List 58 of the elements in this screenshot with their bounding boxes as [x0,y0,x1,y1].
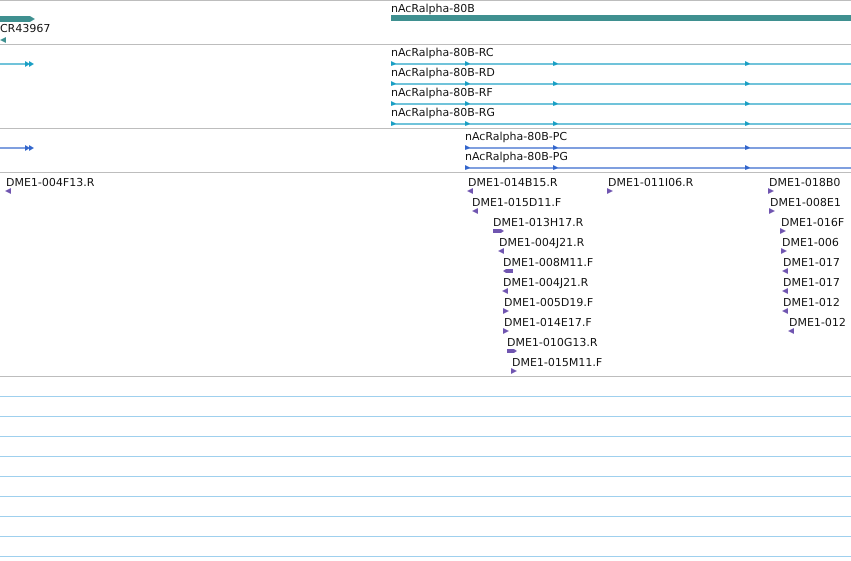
feature-label: DME1-004J21.R [503,276,588,289]
feature-label: DME1-017 [783,276,840,289]
feature-label: DME1-017 [783,256,840,269]
est-arrow[interactable] [5,188,11,194]
est-arrow[interactable] [782,308,788,314]
protein-line[interactable] [465,164,851,170]
feature-label: DME1-008M11.F [503,256,594,269]
est-arrow[interactable] [768,188,774,194]
feature-label: DME1-005D19.F [504,296,594,309]
transcript-line[interactable] [391,120,851,126]
gene-arrow[interactable] [0,37,6,43]
feature-label: nAcRalpha-80B-RG [391,106,495,119]
feature-label: DME1-014E17.F [504,316,592,329]
est-arrow[interactable] [780,228,786,234]
feature-label: CR43967 [0,22,50,35]
feature-label: nAcRalpha-80B-RF [391,86,493,99]
est-arrow[interactable] [607,188,613,194]
feature-label: DME1-012 [783,296,840,309]
feature-label: nAcRalpha-80B-RD [391,66,495,79]
feature-label: nAcRalpha-80B-PG [465,150,568,163]
feature-label: DME1-016F [781,216,844,229]
feature-label: DME1-004J21.R [499,236,584,249]
est-arrow[interactable] [788,328,794,334]
feature-label: DME1-013H17.R [493,216,584,229]
est-arrow[interactable] [781,248,787,254]
transcript-line[interactable] [391,100,851,106]
est-arrow[interactable] [511,368,517,374]
est-arrow[interactable] [503,328,509,334]
feature-label: DME1-018B0 [769,176,840,189]
feature-label: DME1-004F13.R [6,176,94,189]
feature-label: DME1-014B15.R [468,176,558,189]
feature-label: nAcRalpha-80B-PC [465,130,568,143]
feature-label: DME1-012 [789,316,846,329]
feature-label: DME1-008E1 [770,196,841,209]
est-arrow[interactable] [472,208,478,214]
feature-label: DME1-011I06.R [608,176,694,189]
feature-label: nAcRalpha-80B [391,2,475,15]
est-arrow[interactable] [503,308,509,314]
protein-line[interactable] [0,145,36,151]
est-arrow[interactable] [769,208,775,214]
transcript-line[interactable] [0,61,36,67]
feature-label: DME1-006 [782,236,839,249]
est-arrow[interactable] [507,348,517,354]
est-arrow[interactable] [782,268,788,274]
est-arrow[interactable] [467,188,473,194]
est-arrow[interactable] [502,288,508,294]
protein-line[interactable] [465,144,851,150]
est-arrow[interactable] [782,288,788,294]
est-arrow[interactable] [493,228,504,234]
feature-label: nAcRalpha-80B-RC [391,46,494,59]
feature-label: DME1-010G13.R [507,336,598,349]
est-arrow[interactable] [503,268,513,274]
transcript-line[interactable] [391,80,851,86]
transcript-line[interactable] [391,60,851,66]
feature-label: DME1-015M11.F [512,356,602,369]
feature-label: DME1-015D11.F [472,196,562,209]
est-arrow[interactable] [498,248,504,254]
gene-bar[interactable] [0,16,36,23]
